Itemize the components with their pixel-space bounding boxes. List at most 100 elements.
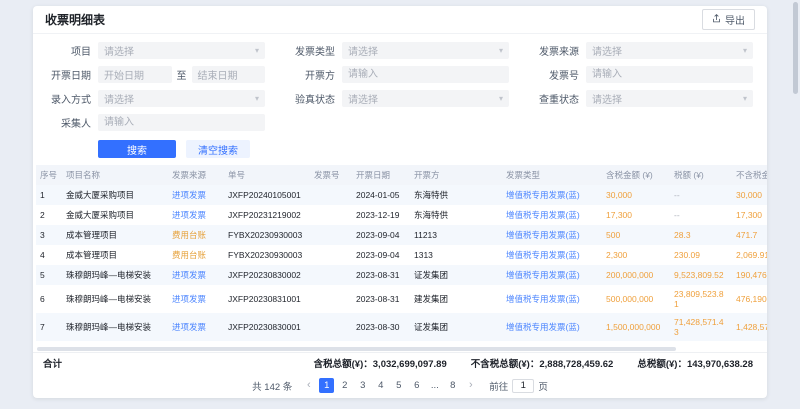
- filter-invoice-type-label: 发票类型: [287, 43, 335, 58]
- page-button-3[interactable]: 3: [355, 378, 370, 393]
- cell-seq: 4: [36, 245, 62, 265]
- next-page-button[interactable]: ›: [463, 378, 478, 393]
- cell-issuer: 东海特供: [410, 205, 502, 225]
- total-count: 共 142 条: [252, 379, 292, 393]
- cell-tax-amount: 28.3: [670, 225, 732, 245]
- summary-label: 合计: [43, 356, 62, 370]
- cell-project-name: 金威大厦采购项目: [62, 205, 168, 225]
- column-header: 序号: [36, 165, 62, 185]
- chevron-down-icon: ▾: [743, 47, 747, 55]
- cell-invoice-no: [310, 205, 352, 225]
- page-list: 123456...8: [319, 378, 460, 393]
- cell-issuer: 证发集团: [410, 313, 502, 341]
- page-button-4[interactable]: 4: [373, 378, 388, 393]
- cell-invoice-type: 增值税专用发票(蓝): [502, 265, 602, 285]
- table-row: 5 珠穆朗玛峰—电梯安装 进项发票 JXFP20230830002 2023-0…: [36, 265, 767, 285]
- cell-project-name: 珠穆朗玛峰—电梯安装: [62, 285, 168, 313]
- cell-invoice-no: [310, 285, 352, 313]
- cell-invoice-date: 2023-12-19: [352, 205, 410, 225]
- cell-order-no: JXFP20230830002: [224, 265, 310, 285]
- filter-entry-method-select[interactable]: 请选择 ▾: [98, 90, 265, 107]
- summary-item: 含税总额(¥)：3,032,699,097.89: [314, 356, 447, 370]
- cell-seq: 1: [36, 185, 62, 205]
- cell-amount-incl-tax: 500: [602, 225, 670, 245]
- filter-dup-status-select[interactable]: 请选择 ▾: [586, 90, 753, 107]
- cell-invoice-source: 进项发票: [168, 313, 224, 341]
- column-header: 发票号: [310, 165, 352, 185]
- vertical-scrollbar[interactable]: [792, 0, 798, 409]
- cell-amount-incl-tax: 1,500,000,000: [602, 313, 670, 341]
- table-body: 1 金威大厦采购项目 进项发票 JXFP20240105001 2024-01-…: [36, 185, 767, 347]
- cell-issuer: 证发集团: [410, 265, 502, 285]
- cell-invoice-date: 2023-08-30: [352, 313, 410, 341]
- horizontal-scrollbar[interactable]: [37, 347, 763, 352]
- filter-verify-status-select[interactable]: 请选择 ▾: [342, 90, 509, 107]
- filter-issuer-label: 开票方: [287, 67, 335, 82]
- cell-invoice-type: 增值税专用发票(蓝): [502, 185, 602, 205]
- search-button[interactable]: 搜索: [98, 140, 176, 158]
- filter-invoice-date-label: 开票日期: [43, 67, 91, 82]
- filter-invoice-source-select[interactable]: 请选择 ▾: [586, 42, 753, 59]
- cell-seq: 2: [36, 205, 62, 225]
- cell-invoice-no: [310, 313, 352, 341]
- collector-input[interactable]: [98, 114, 265, 131]
- start-date-placeholder: 开始日期: [104, 67, 144, 82]
- filter-project-label: 项目: [43, 43, 91, 58]
- cell-invoice-no: [310, 225, 352, 245]
- cell-seq: 3: [36, 225, 62, 245]
- horizontal-scrollbar-thumb[interactable]: [37, 347, 676, 351]
- goto-page-input[interactable]: [512, 379, 534, 393]
- goto-page: 前往 页: [489, 379, 548, 393]
- filter-invoice-source-placeholder: 请选择: [592, 43, 622, 58]
- filter-project-select[interactable]: 请选择 ▾: [98, 42, 265, 59]
- cell-project-name: 珠穆朗玛峰—电梯安装: [62, 265, 168, 285]
- cell-invoice-source: 进项发票: [168, 285, 224, 313]
- invoice-no-input[interactable]: [586, 66, 753, 83]
- filter-dup-status-label: 查重状态: [531, 91, 579, 106]
- cell-invoice-source: 费用台账: [168, 225, 224, 245]
- page-button-2[interactable]: 2: [337, 378, 352, 393]
- issuer-input[interactable]: [342, 66, 509, 83]
- prev-page-button[interactable]: ‹: [301, 378, 316, 393]
- cell-invoice-source: 进项发票: [168, 205, 224, 225]
- clear-search-button[interactable]: 清空搜索: [186, 140, 250, 158]
- filter-invoice-source-label: 发票来源: [531, 43, 579, 58]
- filter-dup-status-placeholder: 请选择: [592, 91, 622, 106]
- page-button-8[interactable]: 8: [445, 378, 460, 393]
- filter-invoice-type-select[interactable]: 请选择 ▾: [342, 42, 509, 59]
- cell-tax-amount: 230.09: [670, 245, 732, 265]
- end-date-input[interactable]: 结束日期: [192, 66, 266, 83]
- column-header: 单号: [224, 165, 310, 185]
- column-header: 含税金额 (¥): [602, 165, 670, 185]
- cell-invoice-source: 进项发票: [168, 185, 224, 205]
- filter-date-range: 开始日期 至 结束日期: [98, 66, 265, 83]
- cell-project-name: 成本管理项目: [62, 225, 168, 245]
- page-button-5[interactable]: 5: [391, 378, 406, 393]
- page-button-1[interactable]: 1: [319, 378, 334, 393]
- cell-invoice-date: 2023-09-04: [352, 245, 410, 265]
- cell-order-no: JXFP20231219002: [224, 205, 310, 225]
- chevron-down-icon: ▾: [743, 95, 747, 103]
- page-ellipsis[interactable]: ...: [427, 378, 442, 393]
- chevron-down-icon: ▾: [255, 47, 259, 55]
- table-row: 4 成本管理项目 费用台账 FYBX20230930003 2023-09-04…: [36, 245, 767, 265]
- table-row: 6 珠穆朗玛峰—电梯安装 进项发票 JXFP20230831001 2023-0…: [36, 285, 767, 313]
- cell-invoice-type: 增值税专用发票(蓝): [502, 285, 602, 313]
- export-button-label: 导出: [725, 12, 745, 27]
- cell-amount-excl-tax: 476,190,476.19: [732, 285, 767, 313]
- column-header: 税额 (¥): [670, 165, 732, 185]
- table-row: 7 珠穆朗玛峰—电梯安装 进项发票 JXFP20230830001 2023-0…: [36, 313, 767, 341]
- cell-amount-incl-tax: 2,300: [602, 245, 670, 265]
- page-button-6[interactable]: 6: [409, 378, 424, 393]
- chevron-down-icon: ▾: [499, 95, 503, 103]
- filter-form: 项目 请选择 ▾ 发票类型 请选择 ▾ 发票来源 请选择 ▾ 开票日期: [33, 34, 767, 131]
- goto-label-suffix: 页: [538, 379, 548, 393]
- filter-entry-method-placeholder: 请选择: [104, 91, 134, 106]
- cell-tax-amount: 9,523,809.52: [670, 265, 732, 285]
- start-date-input[interactable]: 开始日期: [98, 66, 172, 83]
- cell-invoice-date: 2023-08-31: [352, 265, 410, 285]
- export-button[interactable]: 导出: [702, 9, 755, 30]
- end-date-placeholder: 结束日期: [198, 67, 238, 82]
- filter-verify-status-label: 验真状态: [287, 91, 335, 106]
- vertical-scrollbar-thumb[interactable]: [793, 2, 798, 94]
